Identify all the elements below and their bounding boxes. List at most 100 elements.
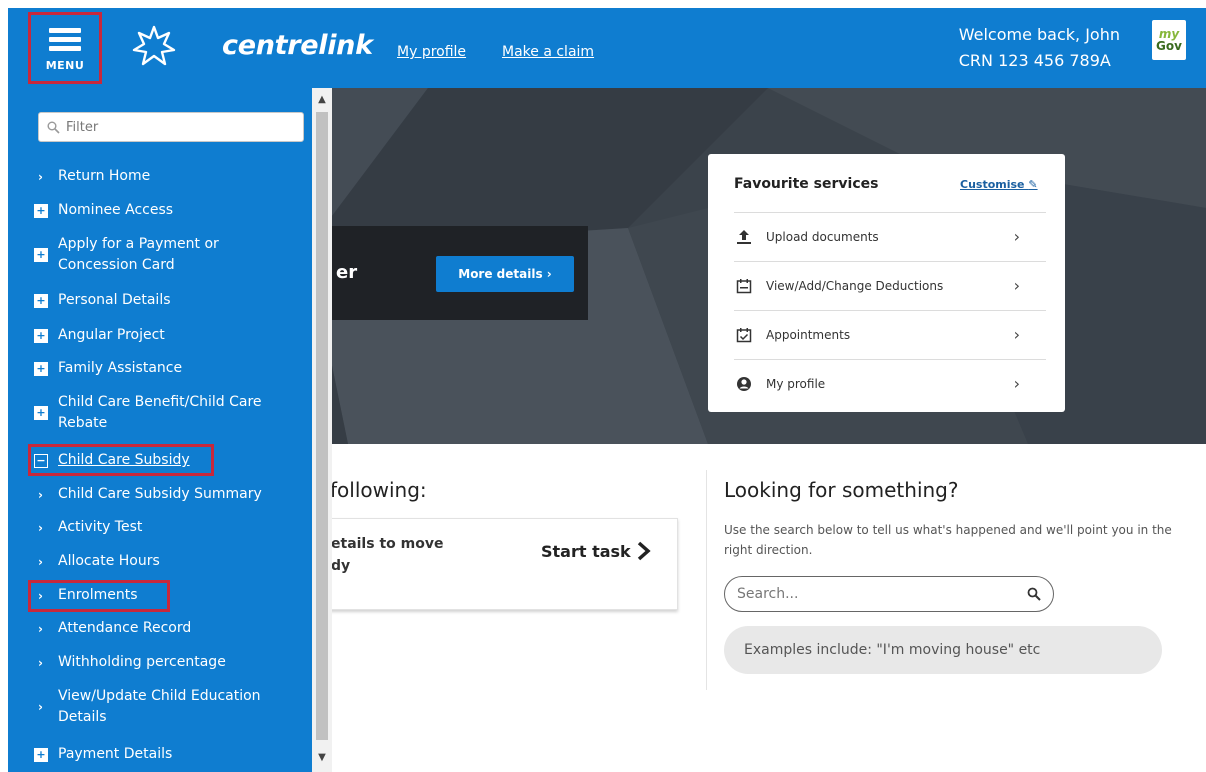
- fav-item-label: My profile: [766, 376, 826, 391]
- start-task-label: Start task: [541, 541, 631, 561]
- menu-label: MENU: [45, 59, 85, 72]
- menu-item-personal-details[interactable]: + Personal Details: [34, 290, 171, 311]
- looking-title: Looking for something?: [724, 478, 959, 502]
- customise-link[interactable]: Customise ✎: [960, 178, 1038, 191]
- expand-plus-icon: +: [34, 203, 48, 218]
- task-text-line: dy: [331, 558, 351, 574]
- menu-item-allocate-hours[interactable]: › Allocate Hours: [34, 551, 160, 572]
- scroll-down-icon[interactable]: ▼: [316, 752, 328, 763]
- menu-item-label: Family Assistance: [58, 360, 183, 376]
- menu-item-nominee-access[interactable]: + Nominee Access: [34, 200, 173, 221]
- welcome-block: Welcome back, John CRN 123 456 789A: [959, 22, 1120, 74]
- chevron-right-icon: [637, 541, 651, 561]
- upload-icon: [734, 229, 754, 245]
- chevron-right-icon: ›: [38, 554, 43, 569]
- expand-plus-icon: +: [34, 293, 48, 308]
- menu-item-label-line2: Rebate: [58, 415, 108, 431]
- top-header: MENU centrelink My profile Make a claim …: [8, 8, 1206, 88]
- chevron-right-icon: ›: [38, 621, 43, 636]
- menu-item-label: Withholding percentage: [58, 654, 226, 670]
- menu-item-label-line2: Concession Card: [58, 257, 175, 273]
- menu-item-label: Nominee Access: [58, 202, 174, 218]
- customise-label: Customise: [960, 178, 1025, 191]
- side-menu-scrollbar[interactable]: ▲ ▼: [312, 88, 332, 772]
- brand-name: centrelink: [222, 30, 373, 61]
- expand-plus-icon: +: [34, 248, 48, 262]
- menu-item-label: Allocate Hours: [58, 553, 160, 569]
- highlight-child-care-subsidy: [28, 444, 214, 476]
- chevron-right-icon: ›: [38, 169, 43, 184]
- favourite-services-card: Favourite services Customise ✎ Upload do…: [708, 154, 1065, 412]
- menu-item-label: Attendance Record: [58, 620, 192, 636]
- menu-item-label: Payment Details: [58, 746, 173, 762]
- more-details-button[interactable]: More details ›: [436, 256, 574, 292]
- highlight-enrolments: [28, 580, 170, 612]
- page: MENU centrelink My profile Make a claim …: [0, 0, 1206, 772]
- scroll-up-icon[interactable]: ▲: [316, 94, 328, 105]
- menu-item-attendance-record[interactable]: › Attendance Record: [34, 618, 191, 639]
- menu-item-ccs-summary[interactable]: › Child Care Subsidy Summary: [34, 484, 262, 505]
- menu-item-label: Angular Project: [58, 327, 165, 343]
- make-a-claim-link[interactable]: Make a claim: [502, 44, 594, 60]
- centrelink-star-icon: [132, 25, 176, 66]
- content-divider: [706, 470, 707, 690]
- user-circle-icon: [734, 376, 754, 392]
- menu-item-label: Return Home: [58, 168, 151, 184]
- menu-item-label: Activity Test: [58, 519, 143, 535]
- menu-item-return-home[interactable]: › Return Home: [34, 166, 150, 187]
- filter-input[interactable]: Filter: [38, 112, 304, 142]
- menu-item-child-education[interactable]: › View/Update Child Education Details: [34, 686, 261, 728]
- crn-text: CRN 123 456 789A: [958, 51, 1111, 70]
- fav-item-appointments[interactable]: Appointments ›: [734, 310, 1046, 358]
- mygov-logo-gov: Gov: [1156, 39, 1182, 53]
- fav-item-upload-documents[interactable]: Upload documents ›: [734, 212, 1046, 260]
- start-task-button[interactable]: Start task: [541, 541, 651, 561]
- search-icon[interactable]: [1027, 587, 1041, 601]
- menu-item-label: View/Update Child Education: [58, 688, 261, 704]
- menu-item-family-assistance[interactable]: + Family Assistance: [34, 358, 182, 379]
- menu-button[interactable]: MENU: [28, 12, 102, 84]
- calendar-check-icon: [734, 327, 754, 343]
- chevron-right-icon: ›: [1013, 227, 1020, 246]
- menu-item-withholding[interactable]: › Withholding percentage: [34, 652, 226, 673]
- fav-item-label: Appointments: [766, 327, 851, 342]
- tasks-heading: following:: [330, 478, 427, 502]
- menu-item-payment-details[interactable]: + Payment Details: [34, 744, 172, 765]
- pencil-icon: ✎: [1028, 178, 1038, 191]
- menu-item-label: Child Care Subsidy Summary: [58, 486, 262, 502]
- menu-item-angular-project[interactable]: + Angular Project: [34, 325, 165, 346]
- fav-item-deductions[interactable]: View/Add/Change Deductions ›: [734, 261, 1046, 309]
- chevron-right-icon: ›: [38, 487, 43, 502]
- side-menu: Filter › Return Home + Nominee Access + App…: [8, 88, 312, 772]
- menu-item-label: Personal Details: [58, 292, 171, 308]
- search-placeholder: Search...: [737, 586, 799, 602]
- hero-banner-text: er: [336, 262, 358, 283]
- expand-plus-icon: +: [34, 747, 48, 762]
- welcome-text: Welcome back, John: [958, 25, 1120, 44]
- chevron-right-icon: ›: [38, 655, 43, 670]
- task-description: etails to move dy: [331, 533, 443, 577]
- favourite-services-title: Favourite services: [734, 176, 879, 192]
- scrollbar-thumb[interactable]: [316, 112, 328, 740]
- hamburger-icon: [49, 24, 81, 55]
- mygov-logo[interactable]: my Gov: [1152, 20, 1186, 60]
- calendar-icon: [734, 278, 754, 294]
- looking-description: Use the search below to tell us what's h…: [724, 523, 1172, 557]
- chevron-right-icon: ›: [38, 520, 43, 535]
- filter-placeholder: Filter: [66, 119, 99, 135]
- my-profile-link[interactable]: My profile: [397, 44, 466, 60]
- search-input[interactable]: Search...: [724, 576, 1054, 612]
- chevron-right-icon: ›: [38, 700, 43, 714]
- expand-plus-icon: +: [34, 361, 48, 376]
- menu-item-activity-test[interactable]: › Activity Test: [34, 517, 142, 538]
- task-text-line: etails to move: [331, 536, 444, 552]
- task-card[interactable]: etails to move dy Start task: [318, 518, 678, 610]
- search-examples: Examples include: "I'm moving house" etc: [724, 626, 1162, 674]
- hero-banner: er More details ›: [318, 226, 588, 320]
- menu-item-label-line2: Details: [58, 709, 107, 725]
- expand-plus-icon: +: [34, 406, 48, 420]
- menu-item-child-care-benefit[interactable]: + Child Care Benefit/Child Care Rebate: [34, 392, 262, 434]
- fav-item-my-profile[interactable]: My profile ›: [734, 359, 1046, 407]
- menu-item-label: Child Care Benefit/Child Care: [58, 394, 262, 410]
- menu-item-apply-payment[interactable]: + Apply for a Payment or Concession Card: [34, 234, 219, 276]
